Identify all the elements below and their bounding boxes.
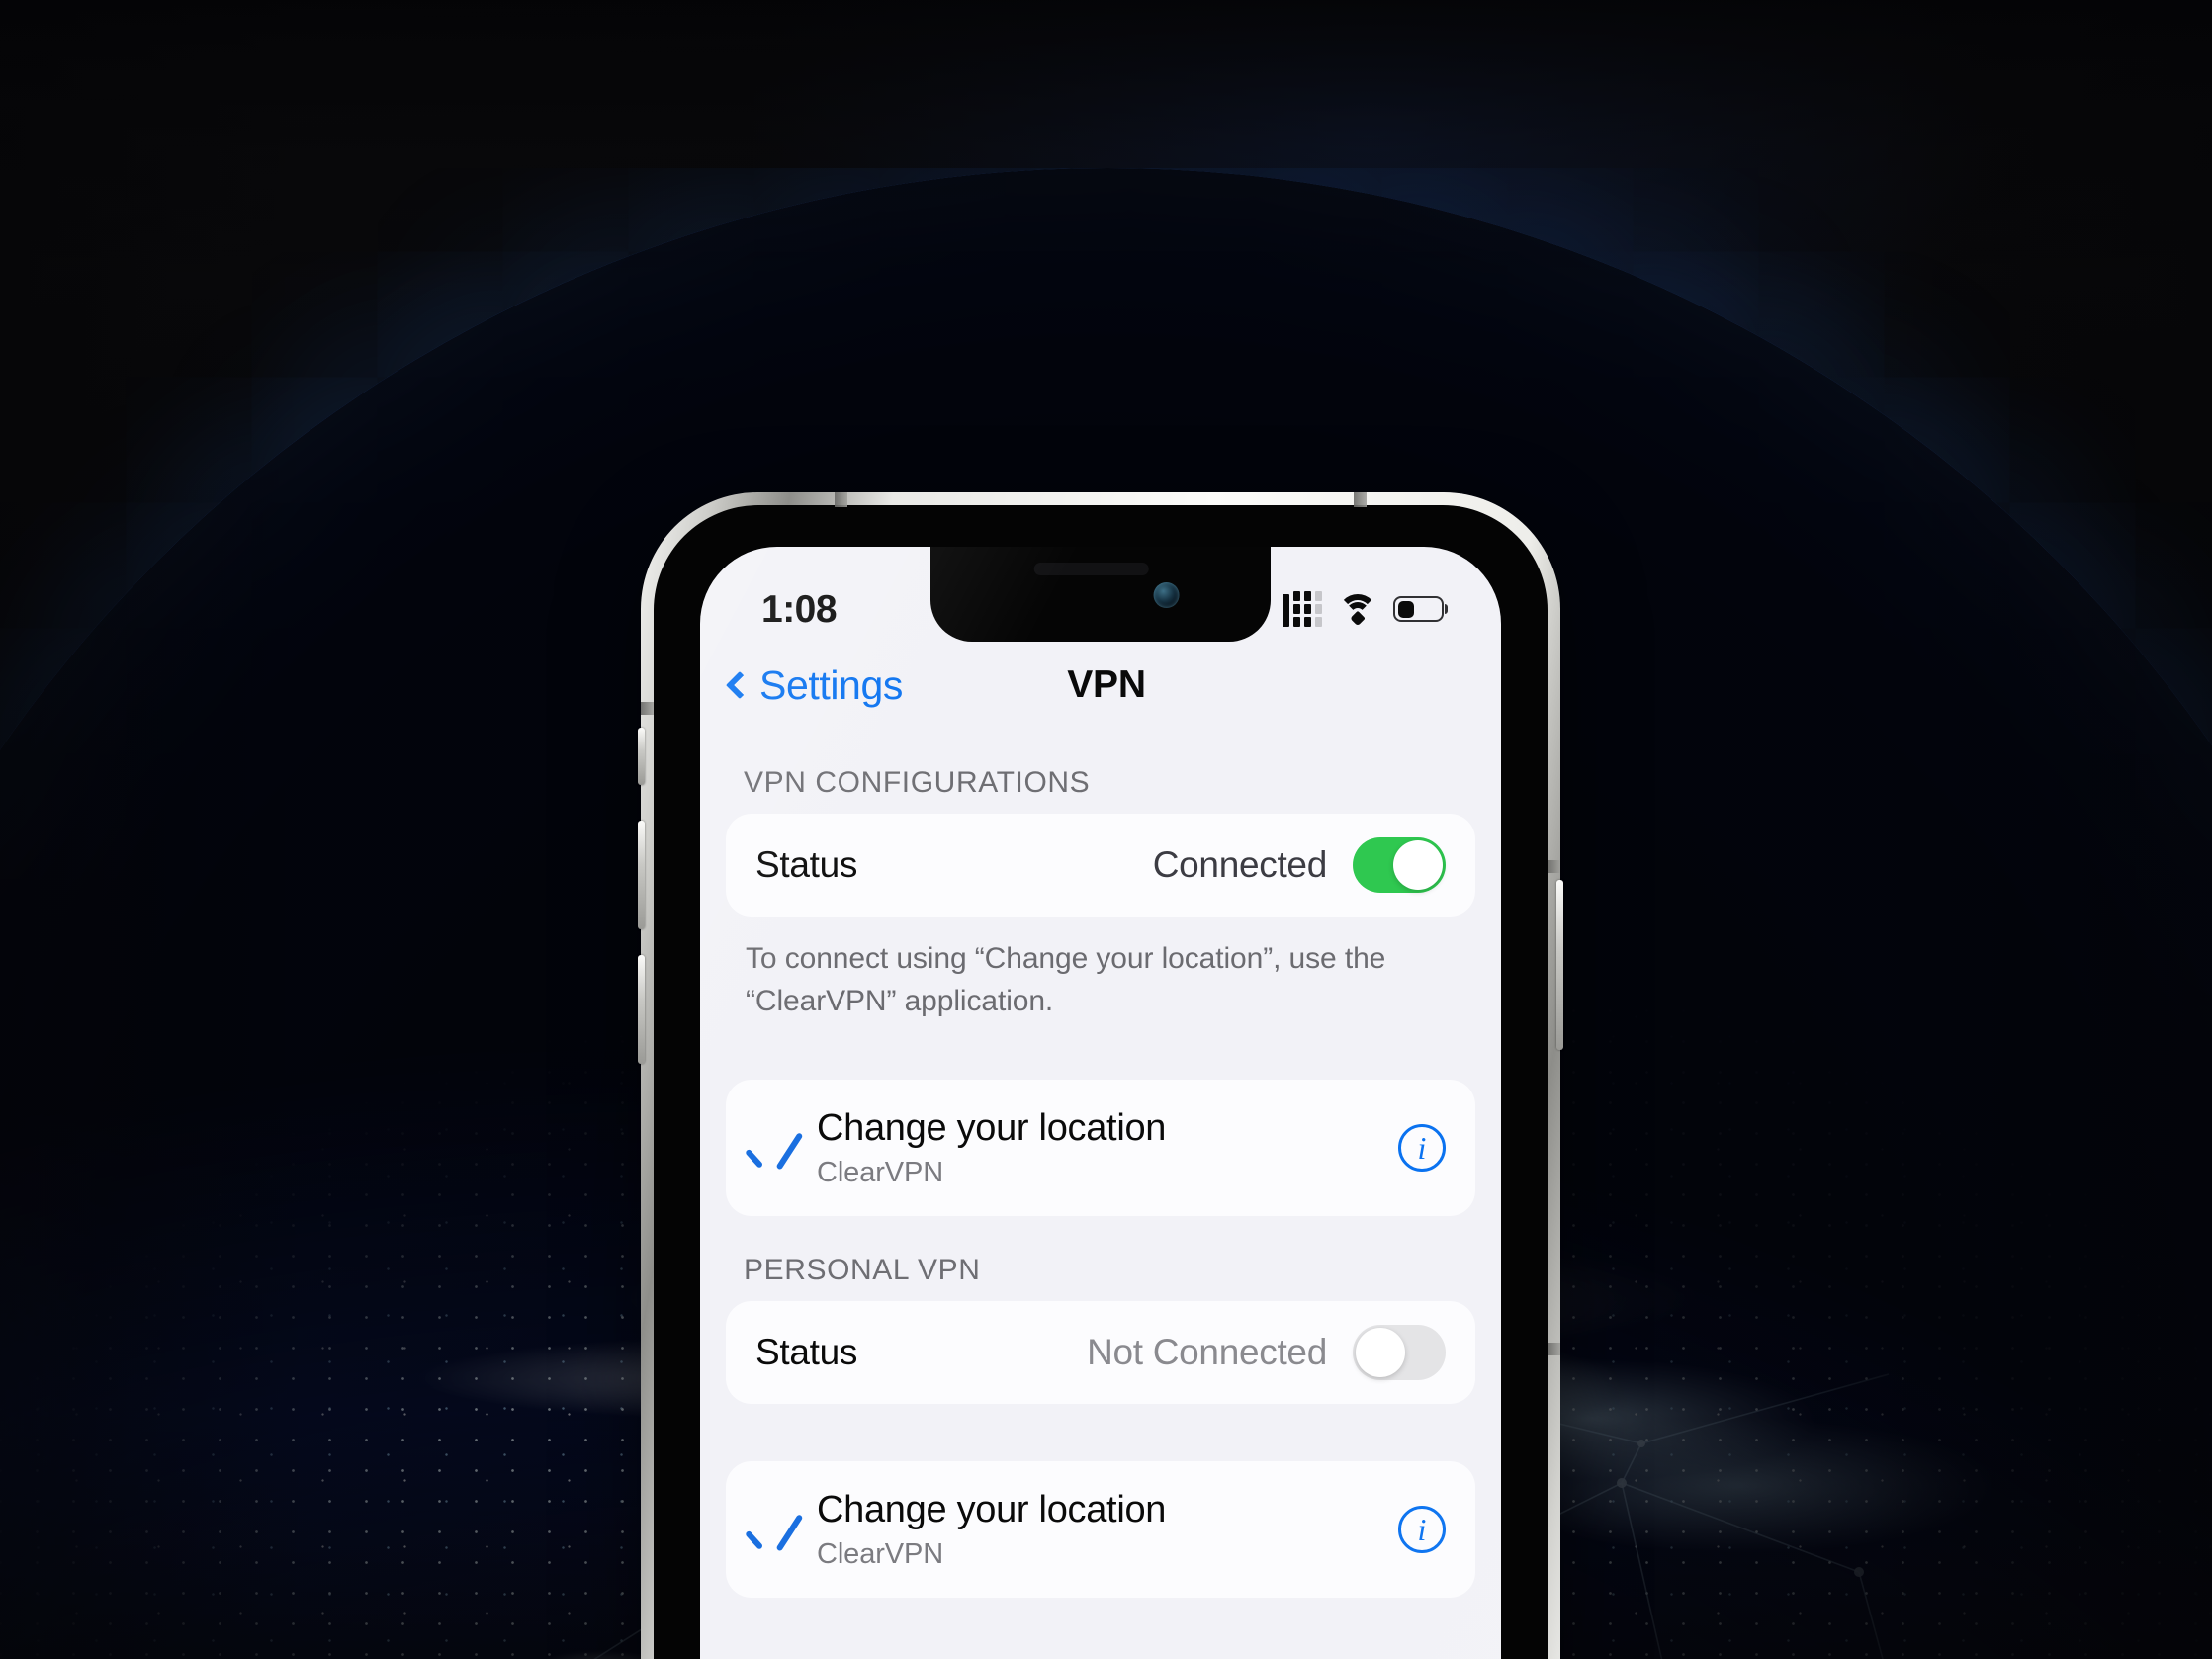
- cellular-signal-icon: [1283, 591, 1322, 627]
- iphone-device: 1:08 Settings VPN VPN CONFIGURATIONS Sta…: [638, 492, 1563, 1659]
- vpn-profile-title: Change your location: [817, 1106, 1167, 1149]
- personal-vpn-status-toggle[interactable]: [1353, 1325, 1446, 1381]
- vpn-configurations-footnote: To connect using “Change your location”,…: [746, 942, 1386, 1017]
- section-header-vpn-configurations: VPN CONFIGURATIONS: [744, 766, 1091, 799]
- vpn-status-label: Status: [755, 844, 858, 885]
- navigation-bar: Settings VPN: [700, 642, 1501, 729]
- battery-level-fill: [1397, 600, 1415, 618]
- vpn-profile-text: Change your location ClearVPN: [817, 1107, 1166, 1189]
- antenna-band-right-top: [1548, 860, 1560, 873]
- power-button[interactable]: [1556, 880, 1563, 1050]
- settings-list[interactable]: VPN CONFIGURATIONS Status Connected To c…: [700, 729, 1501, 1659]
- device-screen: 1:08 Settings VPN VPN CONFIGURATIONS Sta…: [700, 547, 1501, 1659]
- antenna-band-left: [641, 702, 654, 715]
- device-bezel: 1:08 Settings VPN VPN CONFIGURATIONS Sta…: [654, 505, 1548, 1659]
- back-to-settings-button[interactable]: Settings: [724, 662, 903, 709]
- vpn-configurations-profile-card: Change your location ClearVPN i: [726, 1080, 1475, 1217]
- info-circle-icon[interactable]: i: [1398, 1124, 1446, 1173]
- vpn-status-value: Connected: [1152, 844, 1328, 885]
- personal-vpn-status-label: Status: [755, 1332, 858, 1373]
- personal-vpn-profile-subtitle: ClearVPN: [817, 1537, 944, 1570]
- personal-vpn-status-card: Status Not Connected: [726, 1301, 1475, 1405]
- display-notch: [930, 547, 1271, 642]
- back-button-label: Settings: [759, 661, 903, 708]
- volume-up-button[interactable]: [638, 821, 645, 929]
- personal-vpn-profile-row[interactable]: Change your location ClearVPN i: [726, 1461, 1475, 1598]
- chevron-left-icon: [725, 670, 754, 700]
- toggle-knob: [1393, 840, 1443, 890]
- antenna-band-top-right: [1354, 492, 1367, 507]
- earpiece-speaker-icon: [1033, 563, 1149, 575]
- vpn-configurations-status-card: Status Connected: [726, 814, 1475, 917]
- vpn-profile-subtitle: ClearVPN: [817, 1156, 944, 1188]
- personal-vpn-profile-title: Change your location: [817, 1488, 1167, 1530]
- antenna-band-top-left: [835, 492, 847, 507]
- status-bar-icons: [1283, 591, 1444, 627]
- checkmark-icon: [748, 1125, 793, 1171]
- vpn-profile-row[interactable]: Change your location ClearVPN i: [726, 1080, 1475, 1216]
- front-camera-icon: [1153, 582, 1180, 608]
- personal-vpn-profile-card: Change your location ClearVPN i: [726, 1461, 1475, 1599]
- info-circle-icon[interactable]: i: [1398, 1506, 1446, 1554]
- toggle-knob: [1356, 1328, 1405, 1378]
- vpn-status-row[interactable]: Status Connected: [726, 814, 1475, 917]
- scene-root: 1:08 Settings VPN VPN CONFIGURATIONS Sta…: [0, 0, 2212, 1659]
- personal-vpn-status-value: Not Connected: [1087, 1332, 1327, 1373]
- volume-down-button[interactable]: [638, 955, 645, 1064]
- wifi-icon: [1338, 594, 1377, 627]
- personal-vpn-profile-text: Change your location ClearVPN: [817, 1489, 1166, 1571]
- section-header-personal-vpn: PERSONAL VPN: [744, 1254, 981, 1287]
- mute-switch[interactable]: [638, 728, 645, 785]
- checkmark-icon: [748, 1507, 793, 1552]
- personal-vpn-status-row[interactable]: Status Not Connected: [726, 1301, 1475, 1404]
- vpn-status-toggle[interactable]: [1353, 837, 1446, 893]
- status-bar-time: 1:08: [761, 587, 838, 631]
- antenna-band-right-bottom: [1548, 1343, 1560, 1355]
- battery-icon: [1393, 596, 1444, 622]
